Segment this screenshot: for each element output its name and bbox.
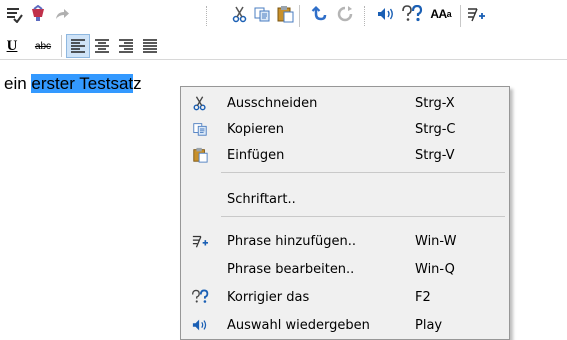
menu-separator (221, 216, 505, 217)
align-justify-button[interactable] (138, 34, 162, 58)
copy-icon (191, 120, 209, 138)
editor-text-tail: z (133, 74, 142, 93)
menu-item-label: Auswahl wiedergeben (227, 317, 370, 333)
font-size-label-small: a (446, 9, 452, 19)
menu-item-shortcut: F2 (415, 289, 431, 305)
editor-text-selection: erster Testsat (31, 74, 134, 93)
paste-icon[interactable] (273, 2, 297, 26)
add-phrase-icon[interactable] (464, 2, 488, 26)
toolbar-grip (206, 6, 207, 26)
align-justify-icon (143, 39, 157, 53)
strikethrough-label: abc (34, 40, 52, 52)
align-right-button[interactable] (114, 34, 138, 58)
menu-item-cut[interactable]: Ausschneiden Strg-X (183, 91, 507, 115)
menu-item-shortcut: Strg-V (415, 147, 455, 163)
menu-item-label: Einfügen (227, 147, 285, 163)
correct-icon (191, 288, 209, 306)
format-toolbar: U abc (0, 32, 567, 60)
undo-icon[interactable] (308, 2, 332, 26)
menu-item-add-phrase[interactable]: Phrase hinzufügen.. Win-W (183, 229, 507, 253)
menu-item-shortcut: Win-Q (415, 261, 455, 277)
font-size-label-big: AA (430, 7, 447, 21)
align-left-button[interactable] (66, 34, 90, 58)
menu-item-label: Schriftart.. (227, 191, 296, 207)
menu-item-font[interactable]: Schriftart.. (183, 187, 507, 211)
menu-item-paste[interactable]: Einfügen Strg-V (183, 143, 507, 167)
strikethrough-button[interactable]: abc (28, 34, 58, 58)
copy-icon[interactable] (250, 2, 274, 26)
menu-item-copy[interactable]: Kopieren Strg-C (183, 117, 507, 141)
cut-icon (191, 94, 209, 112)
cut-icon[interactable] (228, 2, 252, 26)
spell-check-icon[interactable] (2, 2, 26, 26)
menu-item-label: Korrigier das (227, 289, 310, 305)
toolbar-divider (299, 5, 300, 27)
paint-icon[interactable] (26, 2, 50, 26)
speaker-icon (191, 316, 209, 334)
speaker-icon[interactable] (374, 2, 398, 26)
menu-item-play-selection[interactable]: Auswahl wiedergeben Play (183, 313, 507, 337)
editor-text-plain: ein (4, 74, 32, 93)
menu-item-shortcut: Strg-X (415, 95, 455, 111)
menu-item-shortcut: Play (415, 317, 443, 333)
toolbar-bottom-border (0, 59, 567, 60)
menu-item-label: Ausschneiden (227, 95, 318, 111)
align-center-button[interactable] (90, 34, 114, 58)
correct-icon[interactable] (400, 2, 424, 26)
toolbar-divider-2 (460, 5, 461, 27)
menu-item-correct[interactable]: Korrigier das F2 (183, 285, 507, 309)
align-right-icon (119, 39, 133, 53)
context-menu: Ausschneiden Strg-X Kopieren Strg-C Einf… (180, 86, 510, 340)
editor-text-area[interactable]: ein erster Testsatz (4, 73, 142, 95)
add-phrase-icon (191, 232, 209, 250)
toolbar-grip-2 (364, 6, 365, 26)
format-divider (61, 35, 62, 57)
align-left-icon (71, 39, 85, 53)
underline-label: U (6, 37, 18, 54)
underline-button[interactable]: U (0, 34, 24, 58)
menu-item-label: Phrase bearbeiten.. (227, 261, 355, 277)
menu-item-edit-phrase[interactable]: Phrase bearbeiten.. Win-Q (183, 257, 507, 281)
align-center-icon (95, 39, 109, 53)
font-size-icon[interactable]: AA a (426, 2, 456, 26)
refresh-icon[interactable] (333, 2, 357, 26)
menu-item-shortcut: Win-W (415, 233, 457, 249)
menu-item-label: Phrase hinzufügen.. (227, 233, 357, 249)
menu-item-label: Kopieren (227, 121, 284, 137)
redo-arrow-icon[interactable] (50, 2, 74, 26)
paste-icon (191, 146, 209, 164)
menu-item-shortcut: Strg-C (415, 121, 456, 137)
menu-separator (221, 172, 505, 173)
main-toolbar: AA a (0, 0, 567, 32)
